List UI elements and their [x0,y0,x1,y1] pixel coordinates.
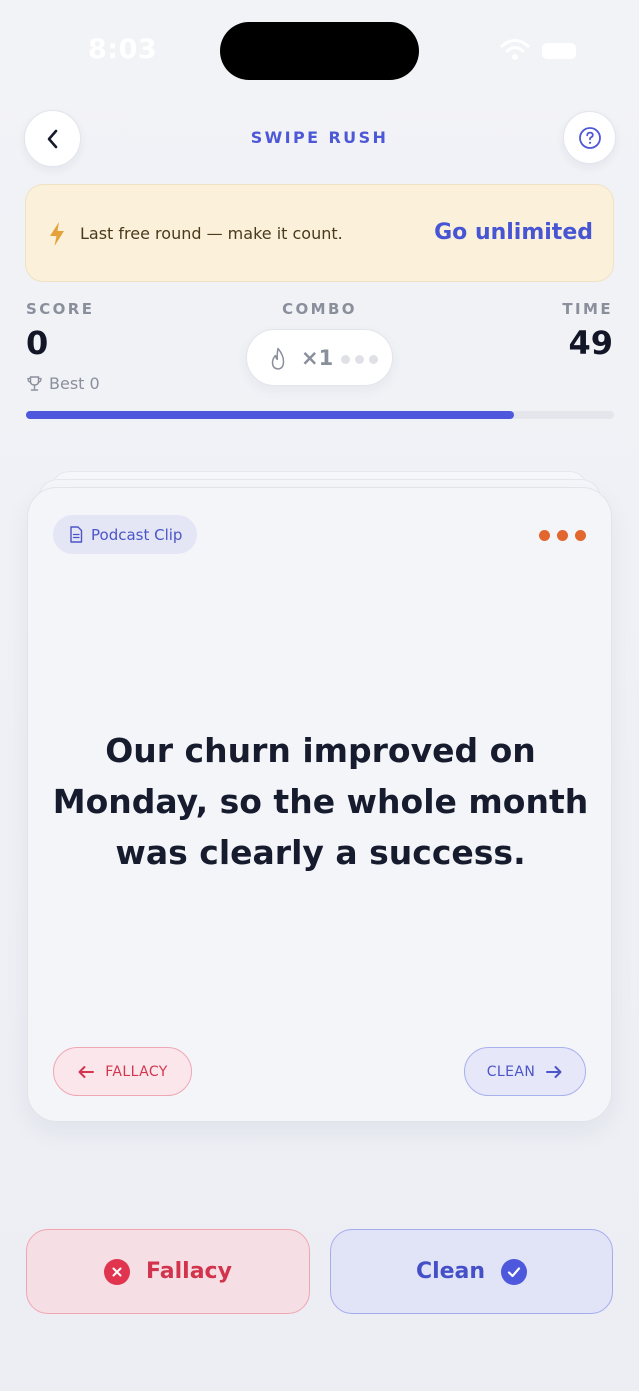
bolt-icon [50,222,64,246]
statement-text: Our churn improved on Monday, so the who… [52,731,589,872]
clean-button-label: Clean [415,1259,486,1284]
combo-progress-dots [341,355,378,364]
wifi-icon [500,39,530,60]
fallacy-button[interactable]: Fallacy [26,1229,310,1314]
page-title: SWIPE RUSH [250,128,389,147]
time-label: TIME [562,300,613,318]
trophy-icon [27,376,42,391]
time-progress-fill [26,411,515,419]
help-button[interactable] [563,111,616,164]
swipe-left-label: FALLACY [105,1063,168,1080]
swipe-right-label: CLEAN [486,1063,536,1080]
question-circle-icon [578,126,601,149]
check-circle-icon [501,1258,528,1285]
source-chip: Podcast Clip [53,515,198,554]
fallacy-button-label: Fallacy [146,1259,232,1284]
more-dots-icon[interactable] [539,530,586,541]
score-value: 0 [26,324,49,362]
dynamic-island [220,22,419,80]
flame-icon [271,347,285,370]
time-progress-bar [26,411,614,419]
swipe-right-hint: CLEAN [464,1047,586,1096]
combo-multiplier: ×1 [301,346,334,370]
source-label: Podcast Clip [91,525,183,544]
combo-label: COMBO [282,300,357,318]
combo-pill: ×1 [246,329,393,386]
clean-button[interactable]: Clean [330,1229,613,1314]
arrow-right-icon [546,1065,562,1078]
swipe-left-hint: FALLACY [53,1047,192,1096]
time-value: 49 [568,324,613,362]
arrow-left-icon [78,1065,95,1078]
best-score-text: Best 0 [49,374,100,393]
x-circle-icon [104,1258,131,1285]
document-icon [70,526,83,543]
status-time: 8:03 [88,34,158,65]
battery-icon [542,43,576,59]
banner-message: Last free round — make it count. [80,224,343,243]
best-score: Best 0 [26,374,100,393]
promo-banner: Last free round — make it count. Go unli… [25,184,614,282]
go-unlimited-link[interactable]: Go unlimited [434,220,593,245]
statement-card[interactable]: Podcast Clip Our churn improved on Monda… [27,487,612,1122]
